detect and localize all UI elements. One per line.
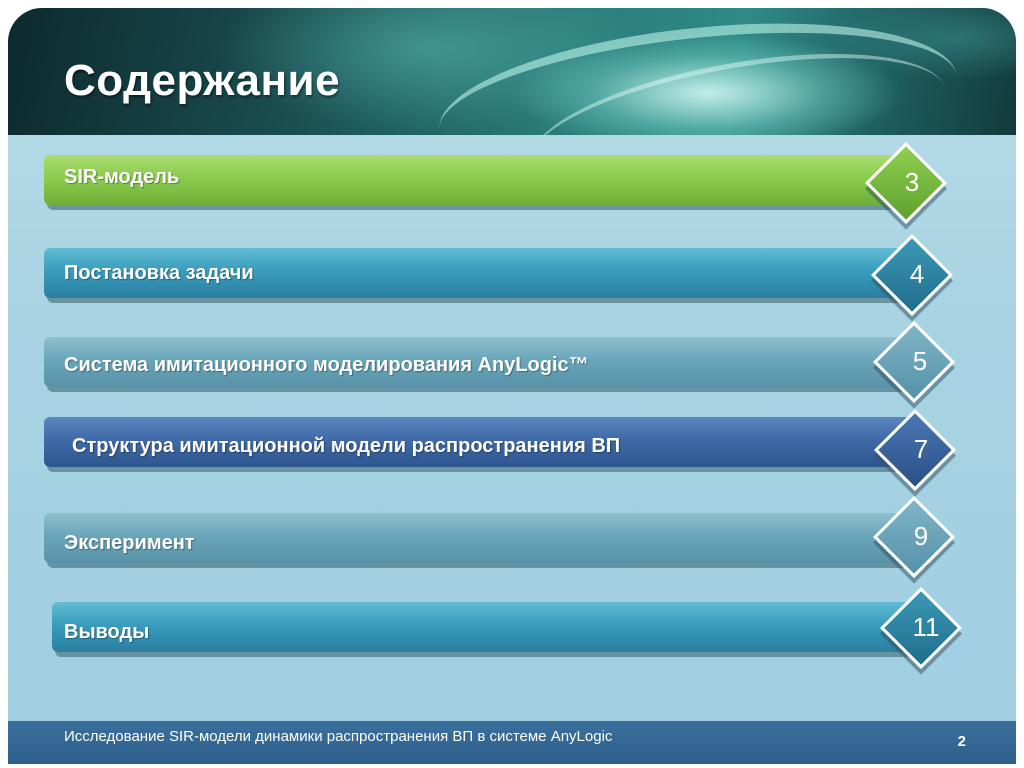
toc-item-page: 3 xyxy=(904,167,920,197)
toc-item-experiment[interactable]: Эксперимент xyxy=(44,513,926,563)
toc-item-page: 9 xyxy=(913,521,929,551)
toc-item-label: Система имитационного моделирования AnyL… xyxy=(64,354,589,376)
slide-title: Содержание xyxy=(64,56,341,105)
toc-item-label: Выводы xyxy=(64,621,150,643)
toc-item-label: Эксперимент xyxy=(64,532,195,554)
toc-item-problem-statement[interactable]: Постановка задачи xyxy=(44,248,924,298)
footer-text: Исследование SIR-модели динамики распрос… xyxy=(64,728,613,745)
slide-page-number: 2 xyxy=(957,733,966,750)
toc-item-label: Структура имитационной модели распростра… xyxy=(72,435,621,457)
footer-bar: Исследование SIR-модели динамики распрос… xyxy=(8,721,1016,764)
toc-item-sir-model[interactable]: SIR-модель xyxy=(44,155,922,205)
toc-item-label: Постановка задачи xyxy=(64,262,254,284)
toc-item-page: 4 xyxy=(909,259,925,289)
toc-item-page: 11 xyxy=(912,612,940,642)
toc-item-model-structure[interactable]: Структура имитационной модели распростра… xyxy=(44,417,924,467)
toc-item-page: 7 xyxy=(913,434,929,464)
slide: Содержание SIR-модель 3 Постановка задач… xyxy=(8,8,1016,764)
toc-item-anylogic[interactable]: Система имитационного моделирования AnyL… xyxy=(44,337,924,387)
toc-item-page: 5 xyxy=(912,346,928,376)
toc-item-conclusions[interactable]: Выводы xyxy=(52,602,930,652)
toc-item-label: SIR-модель xyxy=(64,166,180,188)
